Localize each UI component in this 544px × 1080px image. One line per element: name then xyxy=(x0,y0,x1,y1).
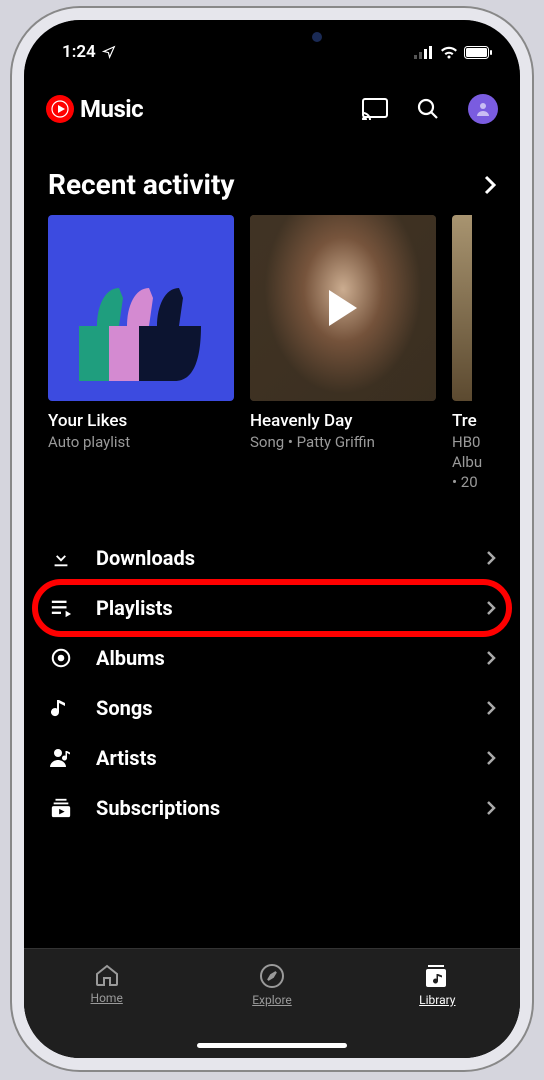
wifi-icon xyxy=(440,46,458,59)
chevron-right-icon xyxy=(486,700,496,716)
battery-icon xyxy=(464,46,492,59)
library-list: Downloads Playlists Albums Songs xyxy=(24,533,520,833)
cell-signal-icon xyxy=(414,46,434,59)
recent-card-heavenly-day[interactable]: Heavenly Day Song • Patty Griffin xyxy=(250,215,436,491)
app-name: Music xyxy=(80,95,143,123)
chevron-right-icon xyxy=(486,800,496,816)
search-icon[interactable] xyxy=(416,97,440,121)
screen: 1:24 Music Re xyxy=(24,20,520,1058)
library-label: Subscriptions xyxy=(96,796,464,820)
recent-card-peek[interactable]: Tre HB0 Albu • 20 xyxy=(452,215,480,491)
youtube-music-logo-icon xyxy=(46,95,74,123)
tab-library[interactable]: Library xyxy=(355,949,520,1058)
card-line4: • 20 xyxy=(452,473,480,491)
tab-home[interactable]: Home xyxy=(24,949,189,1058)
device-notch xyxy=(167,20,377,54)
app-logo[interactable]: Music xyxy=(46,95,352,123)
cast-icon[interactable] xyxy=(362,98,388,120)
home-indicator[interactable] xyxy=(197,1043,347,1048)
heavenly-day-thumbnail xyxy=(250,215,436,401)
library-item-downloads[interactable]: Downloads xyxy=(38,533,506,583)
bottom-tab-bar: Home Explore Library xyxy=(24,948,520,1058)
recent-card-your-likes[interactable]: Your Likes Auto playlist xyxy=(48,215,234,491)
app-header: Music xyxy=(24,72,520,134)
card-title: Your Likes xyxy=(48,411,234,431)
library-label: Artists xyxy=(96,746,464,770)
chevron-right-icon xyxy=(486,550,496,566)
card-subtitle: Song • Patty Griffin xyxy=(250,433,436,451)
tab-explore[interactable]: Explore xyxy=(189,949,354,1058)
home-icon xyxy=(94,963,120,987)
your-likes-thumbnail xyxy=(48,215,234,401)
chevron-right-icon xyxy=(484,175,496,195)
recent-activity-header[interactable]: Recent activity xyxy=(24,134,520,215)
library-label: Songs xyxy=(96,696,464,720)
subscriptions-icon xyxy=(50,797,72,819)
library-label: Albums xyxy=(96,646,464,670)
compass-icon xyxy=(259,963,285,989)
library-item-playlists[interactable]: Playlists xyxy=(38,583,506,633)
music-note-icon xyxy=(51,697,71,719)
playlist-icon xyxy=(50,598,72,618)
card-title: Heavenly Day xyxy=(250,411,436,431)
library-label: Downloads xyxy=(96,546,464,570)
phone-frame: 1:24 Music Re xyxy=(12,8,532,1070)
card-line3: Albu xyxy=(452,453,480,471)
location-icon xyxy=(102,45,116,59)
person-icon xyxy=(475,101,491,117)
recent-activity-title: Recent activity xyxy=(48,168,235,201)
tab-label: Library xyxy=(419,993,455,1007)
thumbs-stack-icon xyxy=(61,241,221,401)
download-icon xyxy=(50,547,72,569)
play-icon xyxy=(329,290,357,326)
status-time-group: 1:24 xyxy=(62,42,116,62)
tab-label: Explore xyxy=(252,993,292,1007)
chevron-right-icon xyxy=(486,750,496,766)
library-icon xyxy=(424,963,450,989)
library-item-albums[interactable]: Albums xyxy=(38,633,506,683)
card-subtitle: Auto playlist xyxy=(48,433,234,451)
card-subtitle: HB0 xyxy=(452,433,480,451)
library-item-subscriptions[interactable]: Subscriptions xyxy=(38,783,506,833)
status-time: 1:24 xyxy=(62,42,96,62)
recent-carousel[interactable]: Your Likes Auto playlist Heavenly Day So… xyxy=(24,215,520,491)
artist-icon xyxy=(49,747,73,769)
avatar[interactable] xyxy=(468,94,498,124)
library-item-artists[interactable]: Artists xyxy=(38,733,506,783)
album-icon xyxy=(50,647,72,669)
tab-label: Home xyxy=(91,991,123,1005)
chevron-right-icon xyxy=(486,600,496,616)
library-label: Playlists xyxy=(96,596,464,620)
peek-thumbnail xyxy=(452,215,472,401)
library-item-songs[interactable]: Songs xyxy=(38,683,506,733)
card-title: Tre xyxy=(452,411,480,431)
chevron-right-icon xyxy=(486,650,496,666)
